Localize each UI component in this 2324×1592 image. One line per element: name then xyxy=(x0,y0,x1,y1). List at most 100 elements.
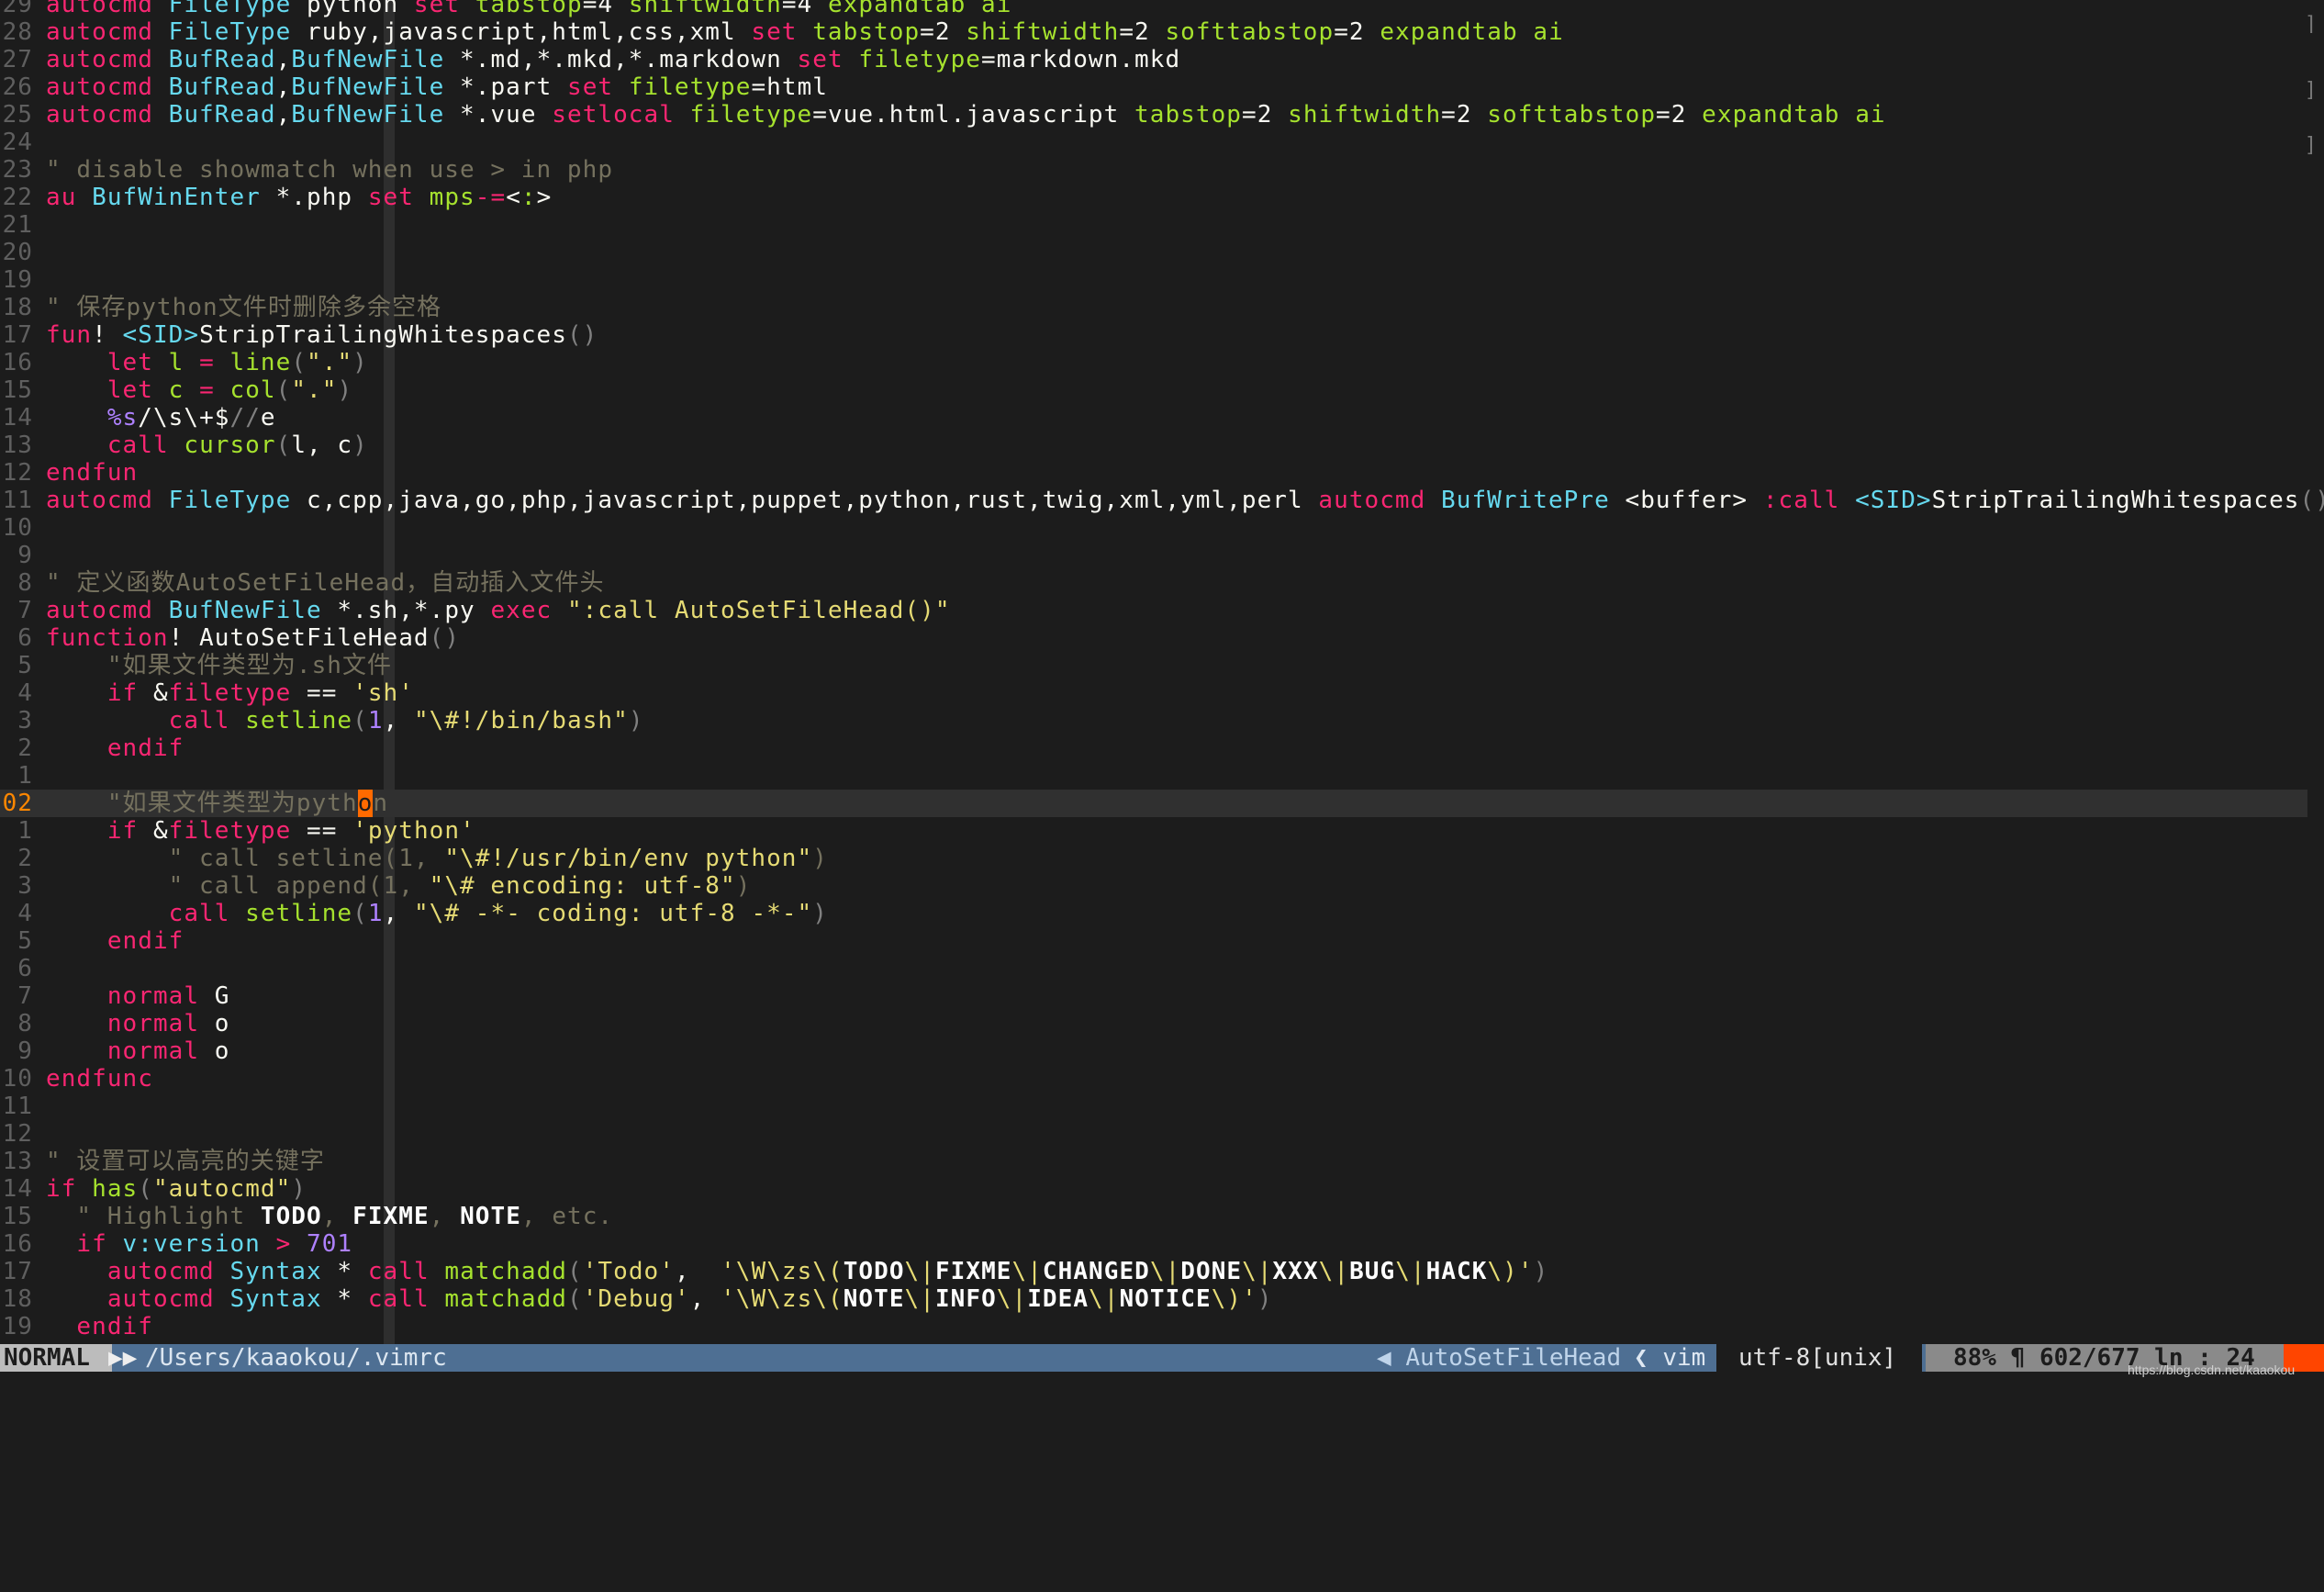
code-text[interactable]: autocmd FileType c,cpp,java,go,php,javas… xyxy=(46,487,2324,514)
code-text[interactable]: endfun xyxy=(46,459,138,487)
code-token xyxy=(46,432,107,459)
code-token: ( xyxy=(138,1175,153,1203)
code-text[interactable]: let c = col(".") xyxy=(46,376,352,404)
code-text[interactable]: autocmd BufRead,BufNewFile *.md,*.mkd,*.… xyxy=(46,46,1180,73)
code-text[interactable]: fun! <SID>StripTrailingWhitespaces() xyxy=(46,321,598,349)
code-token: " 定义函数AutoSetFileHead，自动插入文件头 xyxy=(46,569,605,597)
line-number: 5 xyxy=(0,927,33,955)
code-token: o xyxy=(215,1037,230,1065)
line-number: 5 xyxy=(0,652,33,679)
code-text[interactable]: if &filetype == 'sh' xyxy=(46,679,414,707)
code-text[interactable]: normal G xyxy=(46,982,229,1010)
code-token: l xyxy=(169,349,199,376)
code-token: () xyxy=(430,624,460,652)
code-token: Syntax xyxy=(229,1285,337,1313)
vim-editor[interactable]: 29autocmd FileType python set tabstop=4 … xyxy=(0,0,2324,1344)
line-number: 19 xyxy=(0,266,33,294)
code-token: , xyxy=(675,1258,721,1285)
code-token: normal xyxy=(107,1010,215,1037)
code-text[interactable]: autocmd Syntax * call matchadd('Todo', '… xyxy=(46,1258,1548,1285)
code-token: call xyxy=(169,707,246,734)
code-token: = xyxy=(199,376,229,404)
code-token: "\#!/bin/bash" xyxy=(414,707,629,734)
code-token: " 保存python文件时删除多余空格 xyxy=(46,294,441,321)
scroll-mark-icon: ] xyxy=(2305,79,2317,102)
code-text[interactable]: " 保存python文件时删除多余空格 xyxy=(46,294,441,321)
code-token xyxy=(46,872,169,900)
code-text[interactable]: if &filetype == 'python' xyxy=(46,817,475,845)
code-token: tabstop xyxy=(812,18,920,46)
code-text[interactable]: normal o xyxy=(46,1037,229,1065)
code-text[interactable]: %s/\s\+$//e xyxy=(46,404,276,432)
code-text[interactable]: autocmd FileType python set tabstop=4 sh… xyxy=(46,0,1011,18)
code-text[interactable]: " disable showmatch when use > in php xyxy=(46,156,613,184)
code-token: ( xyxy=(291,349,307,376)
chevron-left-icon: ❮ xyxy=(1634,1344,1662,1372)
code-token: FIXME xyxy=(935,1258,1012,1285)
code-text[interactable]: " Highlight TODO, FIXME, NOTE, etc. xyxy=(46,1203,613,1230)
code-token: n xyxy=(373,790,388,817)
code-text[interactable]: if v:version > 701 xyxy=(46,1230,352,1258)
code-text[interactable]: "如果文件类型为python xyxy=(46,790,388,817)
code-token: filetype xyxy=(858,46,981,73)
code-token: softtabstop xyxy=(1165,18,1334,46)
code-text[interactable]: let l = line(".") xyxy=(46,349,368,376)
code-token: ruby,javascript,html,css,xml xyxy=(307,18,751,46)
function-name: AutoSetFileHead xyxy=(1405,1344,1621,1372)
code-token: "autocmd" xyxy=(153,1175,291,1203)
code-token: set xyxy=(798,46,859,73)
line-number: 1 xyxy=(0,817,33,845)
code-token: BufWritePre xyxy=(1441,487,1625,514)
code-token: call xyxy=(368,1285,445,1313)
code-token: exec xyxy=(490,597,567,624)
code-text[interactable]: au BufWinEnter *.php set mps-=<:> xyxy=(46,184,552,211)
code-token: " 设置可以高亮的关键字 xyxy=(46,1148,325,1175)
code-token: =4 xyxy=(782,0,828,18)
code-text[interactable]: autocmd BufRead,BufNewFile *.vue setloca… xyxy=(46,101,1886,129)
code-text[interactable]: call cursor(l, c) xyxy=(46,432,368,459)
code-token: call xyxy=(169,900,246,927)
code-text[interactable]: autocmd Syntax * call matchadd('Debug', … xyxy=(46,1285,1273,1313)
code-text[interactable]: "如果文件类型为.sh文件 xyxy=(46,652,392,679)
code-token: \)' xyxy=(1212,1285,1257,1313)
code-text[interactable]: call setline(1, "\# -*- coding: utf-8 -*… xyxy=(46,900,828,927)
code-text[interactable]: autocmd BufRead,BufNewFile *.part set fi… xyxy=(46,73,828,101)
line-number: 7 xyxy=(0,597,33,624)
code-text[interactable]: " call append(1, "\# encoding: utf-8") xyxy=(46,872,751,900)
code-text[interactable]: autocmd FileType ruby,javascript,html,cs… xyxy=(46,18,1564,46)
code-token: " call setline(1, xyxy=(169,845,445,872)
code-token: ! xyxy=(92,321,122,349)
code-token: autocmd xyxy=(46,73,169,101)
line-number: 7 xyxy=(0,982,33,1010)
code-token: =2 xyxy=(920,18,966,46)
code-text[interactable]: " 定义函数AutoSetFileHead，自动插入文件头 xyxy=(46,569,605,597)
code-text[interactable]: endfunc xyxy=(46,1065,153,1093)
code-token: autocmd xyxy=(46,101,169,129)
line-number: 1 xyxy=(0,762,33,790)
code-text[interactable]: autocmd BufNewFile *.sh,*.py exec ":call… xyxy=(46,597,951,624)
code-token: setlocal xyxy=(552,101,689,129)
code-text[interactable]: endif xyxy=(46,1313,153,1340)
scroll-percent: 88% xyxy=(1953,1344,1996,1372)
code-token: matchadd xyxy=(444,1258,567,1285)
code-token: autocmd xyxy=(107,1258,230,1285)
separator-arrow-icon: ▶▶ xyxy=(108,1344,127,1372)
code-text[interactable]: if has("autocmd") xyxy=(46,1175,307,1203)
code-token: BufNewFile xyxy=(291,46,460,73)
code-text[interactable]: endif xyxy=(46,927,184,955)
line-number: 10 xyxy=(0,1065,33,1093)
code-text[interactable]: normal o xyxy=(46,1010,229,1037)
code-token: ( xyxy=(276,376,292,404)
code-text[interactable]: " 设置可以高亮的关键字 xyxy=(46,1148,325,1175)
code-text[interactable]: call setline(1, "\#!/bin/bash") xyxy=(46,707,644,734)
code-token: ai xyxy=(1533,18,1563,46)
line-number: 10 xyxy=(0,514,33,542)
code-token: ) xyxy=(629,707,644,734)
code-token xyxy=(46,652,107,679)
code-text[interactable]: " call setline(1, "\#!/usr/bin/env pytho… xyxy=(46,845,828,872)
code-text[interactable]: function! AutoSetFileHead() xyxy=(46,624,460,652)
code-token: , xyxy=(322,1203,352,1230)
code-token: \| xyxy=(1012,1258,1043,1285)
code-text[interactable]: endif xyxy=(46,734,184,762)
code-token: \| xyxy=(1150,1258,1180,1285)
